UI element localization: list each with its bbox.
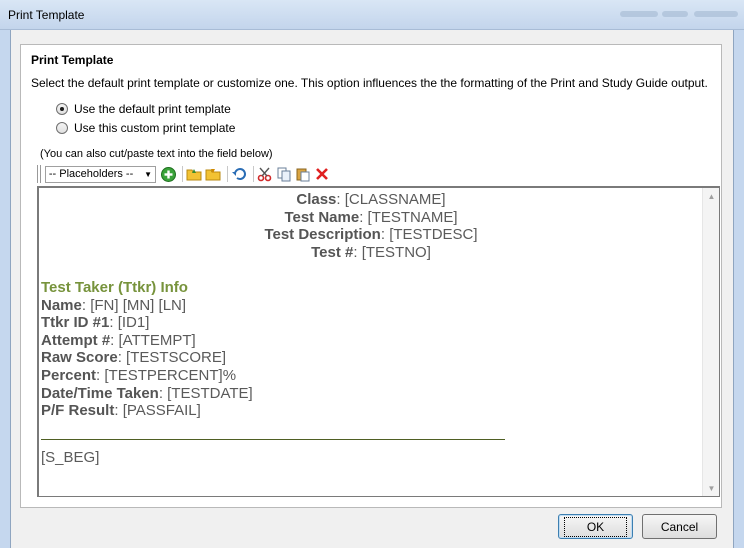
radio-default-template[interactable]: Use the default print template xyxy=(56,102,231,116)
raw-score-line: Raw Score: [TESTSCORE] xyxy=(41,349,701,367)
ttkr-id-label: Ttkr ID #1 xyxy=(41,314,110,332)
undo-icon[interactable] xyxy=(231,165,248,183)
name-label: Name xyxy=(41,296,82,314)
title-bar-blurred-control xyxy=(662,11,688,17)
date-line: Date/Time Taken: [TESTDATE] xyxy=(41,385,701,403)
template-editor[interactable]: Class: [CLASSNAME] Test Name: [TESTNAME]… xyxy=(37,186,720,497)
radio-custom-template[interactable]: Use this custom print template xyxy=(56,121,235,135)
ok-button-label: OK xyxy=(563,516,628,537)
template-editor-content[interactable]: Class: [CLASSNAME] Test Name: [TESTNAME]… xyxy=(41,191,701,466)
open-folder-icon[interactable] xyxy=(186,165,203,183)
test-name-value: : [TESTNAME] xyxy=(359,208,458,226)
test-no-value: : [TESTNO] xyxy=(353,243,431,261)
test-no-line: Test #: [TESTNO] xyxy=(41,244,701,262)
attempt-line: Attempt #: [ATTEMPT] xyxy=(41,332,701,350)
toolbar-separator xyxy=(181,166,183,182)
add-icon[interactable] xyxy=(160,165,177,183)
test-name-line: Test Name: [TESTNAME] xyxy=(41,209,701,227)
placeholders-dropdown-value: -- Placeholders -- xyxy=(48,168,134,180)
toolbar-separator xyxy=(226,166,228,182)
pf-value: : [PASSFAIL] xyxy=(114,402,201,420)
copy-icon[interactable] xyxy=(275,165,292,183)
class-label: Class xyxy=(296,191,337,208)
radio-default-label: Use the default print template xyxy=(74,102,231,116)
date-label: Date/Time Taken xyxy=(41,384,159,402)
scroll-up-icon[interactable]: ▲ xyxy=(703,188,719,204)
scroll-down-icon[interactable]: ▼ xyxy=(703,480,719,496)
radio-custom-label: Use this custom print template xyxy=(74,121,236,135)
test-desc-value: : [TESTDESC] xyxy=(380,226,478,244)
pf-label: P/F Result xyxy=(41,402,115,420)
title-bar-blurred-control xyxy=(694,11,738,17)
toolbar-grip[interactable] xyxy=(37,165,41,183)
test-name-label: Test Name xyxy=(284,208,360,226)
percent-value: : [TESTPERCENT]% xyxy=(96,366,237,384)
class-value: : [CLASSNAME] xyxy=(336,191,446,208)
radio-button-checked[interactable] xyxy=(56,103,68,115)
radio-button-unchecked[interactable] xyxy=(56,122,68,134)
toolbar-separator xyxy=(252,166,254,182)
name-line: Name: [FN] [MN] [LN] xyxy=(41,297,701,315)
title-bar[interactable]: Print Template xyxy=(0,0,744,30)
editor-toolbar: -- Placeholders -- ▼ xyxy=(37,164,332,184)
percent-label: Percent xyxy=(41,366,97,384)
open-folder-alt-icon[interactable] xyxy=(205,165,222,183)
raw-score-label: Raw Score xyxy=(41,349,118,367)
paste-hint: (You can also cut/paste text into the fi… xyxy=(40,148,273,160)
ttkr-id-line: Ttkr ID #1: [ID1] xyxy=(41,314,701,332)
attempt-label: Attempt # xyxy=(41,331,111,349)
class-line: Class: [CLASSNAME] xyxy=(41,191,701,209)
s-beg-line: [S_BEG] xyxy=(41,448,100,466)
editor-scrollbar[interactable]: ▲ ▼ xyxy=(702,188,719,496)
placeholders-dropdown[interactable]: -- Placeholders -- ▼ xyxy=(44,165,157,183)
cancel-button-label: Cancel xyxy=(660,519,699,534)
window-title: Print Template xyxy=(8,8,85,22)
section-description: Select the default print template or cus… xyxy=(31,76,708,90)
test-desc-label: Test Description xyxy=(264,226,381,244)
test-desc-line: Test Description: [TESTDESC] xyxy=(41,226,701,244)
title-bar-blurred-control xyxy=(620,11,658,17)
attempt-value: : [ATTEMPT] xyxy=(110,331,196,349)
date-value: : [TESTDATE] xyxy=(158,384,253,402)
ok-button[interactable]: OK xyxy=(558,514,633,539)
cut-icon[interactable] xyxy=(256,165,273,183)
section-heading: Print Template xyxy=(31,53,114,67)
ttkr-id-value: : [ID1] xyxy=(109,314,150,332)
pf-line: P/F Result: [PASSFAIL] xyxy=(41,402,701,420)
test-taker-heading: Test Taker (Ttkr) Info xyxy=(41,278,188,296)
percent-line: Percent: [TESTPERCENT]% xyxy=(41,367,701,385)
raw-score-value: : [TESTSCORE] xyxy=(117,349,227,367)
cancel-button[interactable]: Cancel xyxy=(642,514,717,539)
horizontal-rule xyxy=(41,438,505,440)
name-value: : [FN] [MN] [LN] xyxy=(81,296,187,314)
paste-icon[interactable] xyxy=(294,165,311,183)
delete-icon[interactable] xyxy=(313,165,330,183)
test-no-label: Test # xyxy=(311,243,354,261)
chevron-down-icon: ▼ xyxy=(144,169,153,179)
